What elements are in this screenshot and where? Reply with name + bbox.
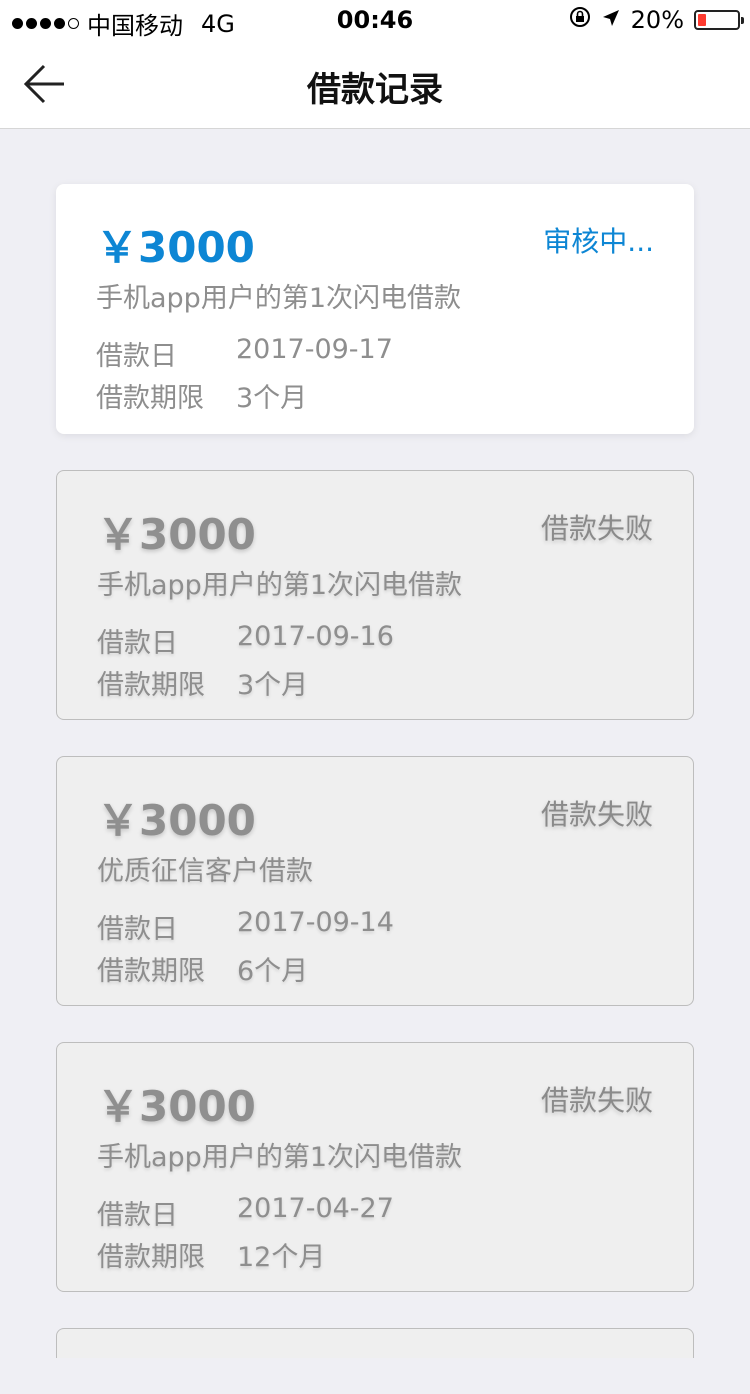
loan-term-label: 借款期限 — [97, 1242, 205, 1273]
loan-description: 手机app用户的第1次闪电借款 — [97, 1142, 463, 1173]
loan-date-row: 借款日 2017-09-14 — [97, 907, 394, 946]
loan-date-value: 2017-09-17 — [236, 334, 393, 365]
loan-amount: ￥3000 — [97, 796, 256, 845]
loan-date-value: 2017-09-16 — [237, 621, 394, 652]
loan-amount: ￥3000 — [96, 223, 255, 272]
loan-record-card[interactable]: ￥3000 借款失败 手机app用户的第1次闪电借款 借款日 2017-09-1… — [56, 470, 694, 720]
loan-term-label: 借款期限 — [97, 670, 205, 701]
loan-record-card-partial[interactable] — [56, 1328, 694, 1358]
loan-term-value: 6个月 — [237, 956, 309, 987]
loan-date-value: 2017-09-14 — [237, 907, 394, 938]
loan-term-row: 借款期限 3个月 — [96, 376, 307, 415]
location-icon — [601, 6, 621, 34]
loan-description: 优质征信客户借款 — [97, 856, 313, 887]
loan-status: 借款失败 — [540, 798, 653, 831]
loan-date-label: 借款日 — [96, 341, 177, 372]
battery-percent: 20% — [630, 6, 684, 34]
loan-term-label: 借款期限 — [97, 956, 205, 987]
page-title: 借款记录 — [307, 70, 443, 110]
loan-date-value: 2017-04-27 — [237, 1193, 394, 1224]
loan-status: 审核中... — [543, 225, 654, 258]
loan-date-row: 借款日 2017-09-16 — [97, 621, 394, 660]
loan-amount: ￥3000 — [97, 1082, 256, 1131]
loan-term-value: 3个月 — [237, 670, 309, 701]
loan-record-card[interactable]: ￥3000 借款失败 手机app用户的第1次闪电借款 借款日 2017-04-2… — [56, 1042, 694, 1292]
loan-term-row: 借款期限 3个月 — [97, 663, 308, 702]
loan-record-card[interactable]: ￥3000 借款失败 优质征信客户借款 借款日 2017-09-14 借款期限 … — [56, 756, 694, 1006]
battery-icon — [694, 10, 744, 30]
battery-level — [698, 14, 706, 26]
loan-description: 手机app用户的第1次闪电借款 — [96, 283, 462, 314]
loan-amount: ￥3000 — [97, 510, 256, 559]
loan-term-value: 3个月 — [236, 383, 308, 414]
loan-term-label: 借款期限 — [96, 383, 204, 414]
loan-term-value: 12个月 — [237, 1242, 326, 1273]
loan-date-row: 借款日 2017-04-27 — [97, 1193, 394, 1232]
status-right: 20% — [569, 6, 744, 34]
navigation-bar: 借款记录 — [0, 40, 750, 129]
status-bar: 中国移动 4G 00:46 20% — [0, 0, 750, 40]
loan-record-card[interactable]: ￥3000 审核中... 手机app用户的第1次闪电借款 借款日 2017-09… — [56, 184, 694, 434]
loan-record-list: ￥3000 审核中... 手机app用户的第1次闪电借款 借款日 2017-09… — [56, 184, 694, 1394]
loan-term-row: 借款期限 12个月 — [97, 1235, 325, 1274]
loan-status: 借款失败 — [540, 1084, 653, 1117]
loan-description: 手机app用户的第1次闪电借款 — [97, 570, 463, 601]
rotation-lock-icon — [569, 6, 591, 34]
loan-date-label: 借款日 — [97, 914, 178, 945]
loan-date-label: 借款日 — [97, 1200, 178, 1231]
loan-status: 借款失败 — [540, 512, 653, 545]
loan-date-label: 借款日 — [97, 628, 178, 659]
loan-term-row: 借款期限 6个月 — [97, 949, 308, 988]
loan-date-row: 借款日 2017-09-17 — [96, 334, 393, 373]
